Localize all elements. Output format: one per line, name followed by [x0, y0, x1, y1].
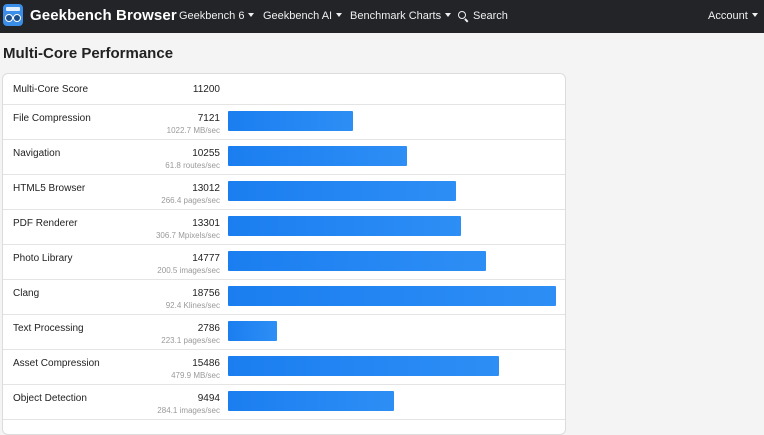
summary-label: Multi-Core Score: [13, 84, 89, 95]
score-bar: [228, 356, 499, 376]
benchmark-name: Photo Library: [13, 253, 73, 264]
score-bar: [228, 391, 394, 411]
benchmark-score: 2786: [197, 323, 220, 334]
nav-item-label: Geekbench AI: [263, 10, 333, 22]
benchmark-name: PDF Renderer: [13, 218, 78, 229]
score-bar-track: [228, 251, 556, 271]
benchmark-score: 13301: [192, 218, 220, 229]
benchmark-score: 7121: [197, 113, 220, 124]
benchmark-row: Photo Library 14777 200.5 images/sec: [3, 244, 565, 280]
geekbench-logo-icon[interactable]: [3, 4, 23, 26]
score-bar-track: [228, 181, 556, 201]
score-bar-track: [228, 216, 556, 236]
caret-down-icon: [248, 13, 255, 17]
score-bar: [228, 321, 277, 341]
benchmark-rate: 306.7 Mpixels/sec: [155, 231, 220, 240]
nav-item-label: Geekbench 6: [179, 10, 245, 22]
benchmark-row: File Compression 7121 1022.7 MB/sec: [3, 104, 565, 140]
benchmark-row: Asset Compression 15486 479.9 MB/sec: [3, 349, 565, 385]
nav-item-label: Benchmark Charts: [350, 10, 442, 22]
benchmark-row: Navigation 10255 61.8 routes/sec: [3, 139, 565, 175]
benchmark-rate: 479.9 MB/sec: [171, 371, 220, 380]
nav-account-dropdown[interactable]: Account: [708, 10, 758, 22]
benchmark-score: 10255: [192, 148, 220, 159]
score-bar: [228, 111, 353, 131]
account-label: Account: [708, 10, 748, 22]
benchmark-row: Object Detection 9494 284.1 images/sec: [3, 384, 565, 420]
benchmark-rate: 200.5 images/sec: [157, 266, 220, 275]
benchmark-row: HTML5 Browser 13012 266.4 pages/sec: [3, 174, 565, 210]
search-icon: [458, 11, 469, 23]
benchmark-row: Text Processing 2786 223.1 pages/sec: [3, 314, 565, 350]
page-title: Multi-Core Performance: [3, 45, 174, 62]
score-bar: [228, 146, 407, 166]
benchmark-score: 18756: [192, 288, 220, 299]
multi-core-score-table: Multi-Core Score 11200 File Compression 7…: [2, 73, 566, 435]
score-bar: [228, 251, 486, 271]
nav-geekbench-6-dropdown[interactable]: Geekbench 6: [179, 10, 255, 22]
score-bar-track: [228, 286, 556, 306]
score-bar-track: [228, 356, 556, 376]
score-bar-track: [228, 321, 556, 341]
benchmark-row: Clang 18756 92.4 Klines/sec: [3, 279, 565, 315]
benchmark-row: PDF Renderer 13301 306.7 Mpixels/sec: [3, 209, 565, 245]
benchmark-name: HTML5 Browser: [13, 183, 86, 194]
benchmark-name: Object Detection: [13, 393, 87, 404]
summary-score: 11200: [192, 84, 220, 95]
nav-benchmark-charts-dropdown[interactable]: Benchmark Charts: [350, 10, 452, 22]
benchmark-rate: 284.1 images/sec: [157, 406, 220, 415]
benchmark-name: Text Processing: [13, 323, 84, 334]
top-navbar: Geekbench Browser Geekbench 6 Geekbench …: [0, 0, 764, 33]
benchmark-rate: 61.8 routes/sec: [165, 161, 220, 170]
caret-down-icon: [336, 13, 343, 17]
benchmark-score: 14777: [192, 253, 220, 264]
benchmark-rate: 92.4 Klines/sec: [165, 301, 220, 310]
search-label: Search: [473, 10, 508, 22]
benchmark-name: Clang: [13, 288, 40, 299]
benchmark-score: 13012: [192, 183, 220, 194]
benchmark-rate: 1022.7 MB/sec: [166, 126, 220, 135]
benchmark-score: 15486: [192, 358, 220, 369]
caret-down-icon: [751, 13, 758, 17]
score-bar-track: [228, 111, 556, 131]
benchmark-name: Asset Compression: [13, 358, 100, 369]
score-bar: [228, 286, 556, 306]
nav-geekbench-ai-dropdown[interactable]: Geekbench AI: [263, 10, 343, 22]
summary-row: Multi-Core Score 11200: [3, 74, 565, 105]
benchmark-name: File Compression: [13, 113, 91, 124]
caret-down-icon: [445, 13, 452, 17]
nav-search-link[interactable]: Search: [458, 10, 508, 23]
brand-name[interactable]: Geekbench Browser: [30, 7, 177, 24]
score-bar: [228, 216, 461, 236]
score-bar-track: [228, 391, 556, 411]
score-bar-track: [228, 146, 556, 166]
score-bar: [228, 181, 456, 201]
benchmark-rate: 266.4 pages/sec: [161, 196, 220, 205]
benchmark-rate: 223.1 pages/sec: [161, 336, 220, 345]
benchmark-score: 9494: [197, 393, 220, 404]
benchmark-name: Navigation: [13, 148, 61, 159]
